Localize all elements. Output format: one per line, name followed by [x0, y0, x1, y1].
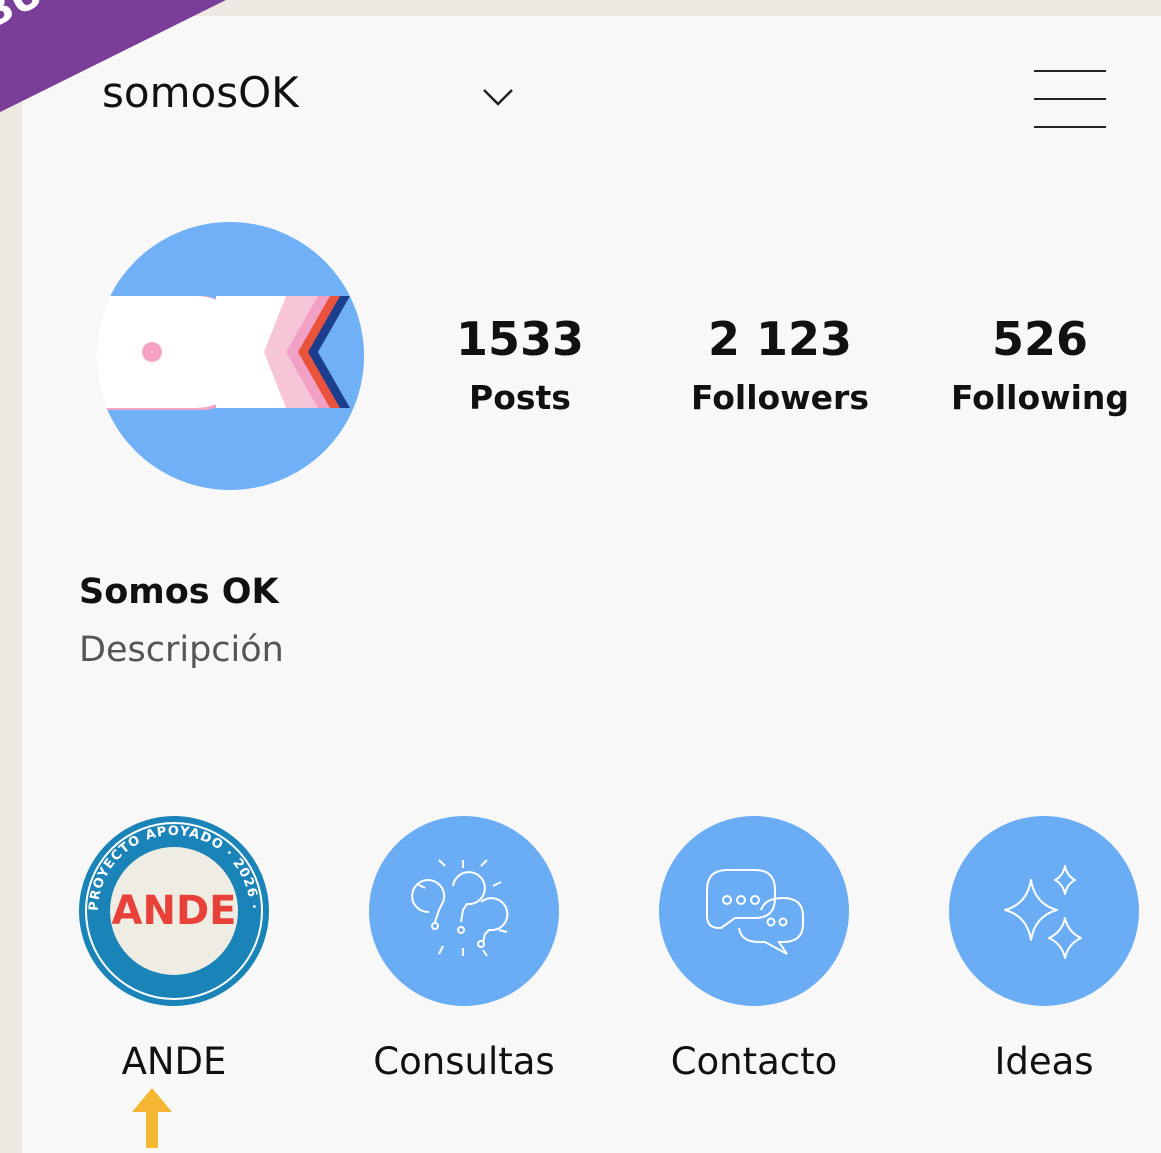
profile-avatar[interactable]: OK	[96, 222, 364, 490]
stat-following-value: 526	[991, 312, 1089, 366]
chevron-down-icon[interactable]	[480, 84, 516, 108]
highlight-contacto[interactable]: Contacto	[654, 816, 854, 1083]
stat-posts-value: 1533	[455, 312, 585, 366]
stat-following-label: Following	[950, 378, 1130, 417]
ande-badge-icon: PROYECTO APOYADO · 2026 · ANDE	[84, 821, 264, 1001]
stat-posts-label: Posts	[469, 378, 571, 417]
hamburger-menu-icon[interactable]	[1034, 66, 1110, 130]
highlight-label: Consultas	[373, 1040, 555, 1083]
highlight-label: Contacto	[670, 1040, 838, 1083]
profile-screen: somosOK OK 1533 Posts 2 123 Follower	[22, 16, 1161, 1153]
chat-bubbles-icon	[706, 869, 804, 955]
stat-followers-value: 2 123	[707, 312, 853, 366]
ok-logo-icon: OK	[96, 222, 350, 410]
stat-following[interactable]: 526 Following	[940, 312, 1140, 417]
highlight-label: Ideas	[994, 1040, 1094, 1083]
stat-followers[interactable]: 2 123 Followers	[680, 312, 880, 417]
highlight-ande[interactable]: PROYECTO APOYADO · 2026 · ANDE ANDE	[74, 816, 274, 1083]
ande-badge: PROYECTO APOYADO · 2026 · ANDE	[79, 816, 269, 1006]
contacto-circle	[659, 816, 849, 1006]
question-bubbles-icon	[411, 859, 509, 957]
highlight-label: ANDE	[121, 1040, 227, 1083]
sparkles-icon	[1004, 865, 1082, 959]
corner-ribbon: BUSCADO	[0, 0, 270, 132]
corner-ribbon-shape: BUSCADO	[0, 0, 226, 113]
profile-description: Descripción	[79, 630, 284, 670]
avatar-logo-text: OK	[96, 222, 120, 226]
ideas-circle	[949, 816, 1139, 1006]
stat-posts[interactable]: 1533 Posts	[420, 312, 620, 417]
ande-badge-logo-text: ANDE	[112, 888, 237, 934]
arrow-up-icon	[132, 1088, 172, 1148]
highlight-ideas[interactable]: Ideas	[944, 816, 1144, 1083]
consultas-circle	[369, 816, 559, 1006]
stat-followers-label: Followers	[691, 378, 869, 417]
profile-display-name: Somos OK	[79, 572, 279, 612]
highlight-consultas[interactable]: Consultas	[364, 816, 564, 1083]
